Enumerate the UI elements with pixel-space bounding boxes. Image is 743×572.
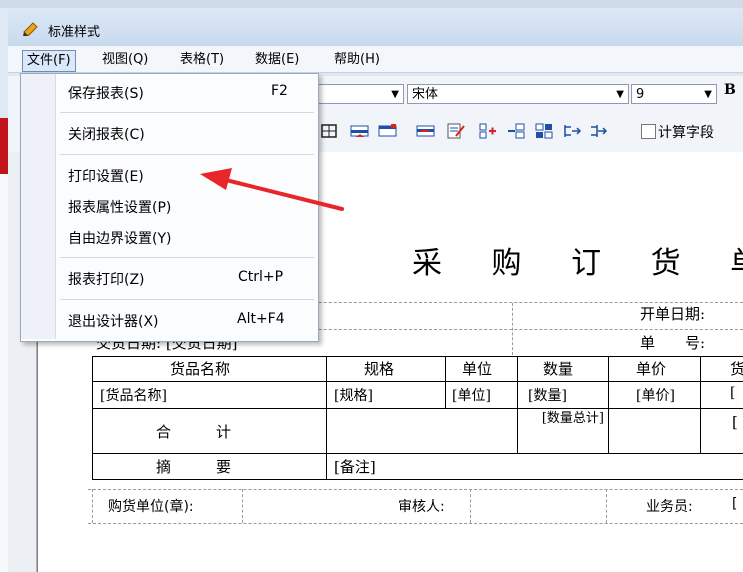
align-left-icon[interactable]: [562, 122, 582, 140]
menu-table[interactable]: 表格(T): [176, 50, 228, 70]
align-right-icon[interactable]: [588, 122, 608, 140]
group-cells-icon[interactable]: [534, 122, 554, 140]
menu-file[interactable]: 文件(F): [22, 50, 76, 72]
field-product-name[interactable]: [货品名称]: [100, 385, 167, 405]
summary-label[interactable]: 摘 要: [156, 456, 231, 477]
menu-item-close-report[interactable]: 关闭报表(C): [68, 124, 145, 144]
merge-cells-icon[interactable]: [478, 122, 498, 140]
total-amount-field[interactable]: [: [732, 413, 738, 431]
style-combo[interactable]: ▼: [318, 84, 404, 104]
footer-buyer-label[interactable]: 购货单位(章):: [108, 496, 194, 516]
chevron-down-icon: ▼: [391, 89, 399, 100]
split-cells-icon[interactable]: [506, 122, 526, 140]
insert-column-icon[interactable]: [378, 122, 398, 140]
band-divider: [242, 489, 243, 523]
summary-field[interactable]: [备注]: [334, 456, 376, 477]
calc-field-label: 计算字段: [658, 125, 714, 141]
table-border: [92, 356, 743, 357]
band-separator: [88, 489, 743, 490]
footer-reviewer-label[interactable]: 审核人:: [398, 496, 445, 516]
menu-separator: [60, 112, 314, 113]
field-unit[interactable]: [单位]: [452, 385, 491, 405]
menu-data[interactable]: 数据(E): [251, 50, 303, 70]
table-border: [326, 356, 327, 479]
shortcut-save: F2: [271, 83, 288, 99]
footer-salesman-label[interactable]: 业务员:: [646, 496, 693, 516]
header-unit[interactable]: 单位: [462, 358, 492, 379]
band-separator: [88, 523, 743, 524]
header-unit-price[interactable]: 单价: [636, 358, 666, 379]
total-label[interactable]: 合 计: [156, 421, 231, 442]
annotation-arrow-icon: [200, 168, 344, 211]
table-border: [608, 356, 609, 453]
footer-salesman-field[interactable]: [: [732, 496, 737, 512]
menu-item-report-properties[interactable]: 报表属性设置(P): [68, 197, 171, 217]
shortcut-print: Ctrl+P: [238, 269, 284, 285]
menu-help[interactable]: 帮助(H): [330, 50, 384, 70]
background-window-strip: [0, 0, 743, 8]
table-border: [517, 356, 518, 453]
font-size-value: 9: [636, 87, 645, 102]
field-amount[interactable]: [: [730, 385, 735, 401]
menu-item-print-report[interactable]: 报表打印(Z): [68, 269, 145, 289]
field-spec[interactable]: [规格]: [334, 385, 373, 405]
menu-item-save-report[interactable]: 保存报表(S): [68, 83, 144, 103]
report-title[interactable]: 采 购 订 货 单: [412, 238, 743, 282]
total-quantity-field[interactable]: [数量总计]: [540, 411, 604, 426]
insert-row-icon[interactable]: [350, 122, 370, 140]
field-unit-price[interactable]: [单价]: [636, 385, 675, 405]
menu-separator: [60, 257, 314, 258]
app-pencil-icon: [23, 22, 38, 36]
table-border: [92, 408, 743, 409]
table-border: [92, 479, 743, 480]
band-divider: [470, 489, 471, 523]
menu-item-exit-designer[interactable]: 退出设计器(X): [68, 311, 159, 331]
number-label[interactable]: 单 号:: [640, 332, 705, 353]
chevron-down-icon: ▼: [704, 89, 712, 100]
field-quantity[interactable]: [数量]: [528, 385, 567, 405]
open-date-label[interactable]: 开单日期:: [640, 303, 705, 324]
menu-separator: [60, 154, 314, 155]
header-spec[interactable]: 规格: [364, 358, 394, 379]
font-size-combo[interactable]: 9 ▼: [631, 84, 717, 104]
bold-button[interactable]: B: [724, 82, 736, 98]
menu-separator: [60, 299, 314, 300]
header-product-name[interactable]: 货品名称: [170, 358, 230, 379]
table-border: [700, 356, 701, 453]
menu-item-free-margin[interactable]: 自由边界设置(Y): [68, 228, 171, 248]
background-window-edge: [0, 118, 8, 174]
menu-icon-gutter: [21, 74, 56, 339]
band-divider: [606, 489, 607, 523]
band-divider: [92, 489, 93, 523]
calc-field-checkbox[interactable]: [641, 124, 656, 139]
header-amount[interactable]: 货: [730, 358, 743, 379]
chevron-down-icon: ▼: [616, 89, 624, 100]
title-bar: [8, 8, 743, 46]
header-quantity[interactable]: 数量: [543, 358, 573, 379]
table-border: [92, 381, 743, 382]
background-window-edge: [0, 174, 8, 572]
menu-view[interactable]: 视图(Q): [98, 50, 152, 70]
table-border: [445, 356, 446, 408]
window-title: 标准样式: [48, 25, 101, 40]
font-name-value: 宋体: [412, 87, 439, 102]
edit-table-icon[interactable]: [446, 122, 466, 140]
delete-row-icon[interactable]: [416, 122, 436, 140]
table-border: [92, 356, 93, 479]
table-grid-icon[interactable]: [320, 122, 340, 140]
font-name-combo[interactable]: 宋体 ▼: [407, 84, 629, 104]
menu-item-print-setup[interactable]: 打印设置(E): [68, 166, 144, 186]
table-border: [92, 453, 743, 454]
shortcut-exit: Alt+F4: [237, 311, 285, 327]
